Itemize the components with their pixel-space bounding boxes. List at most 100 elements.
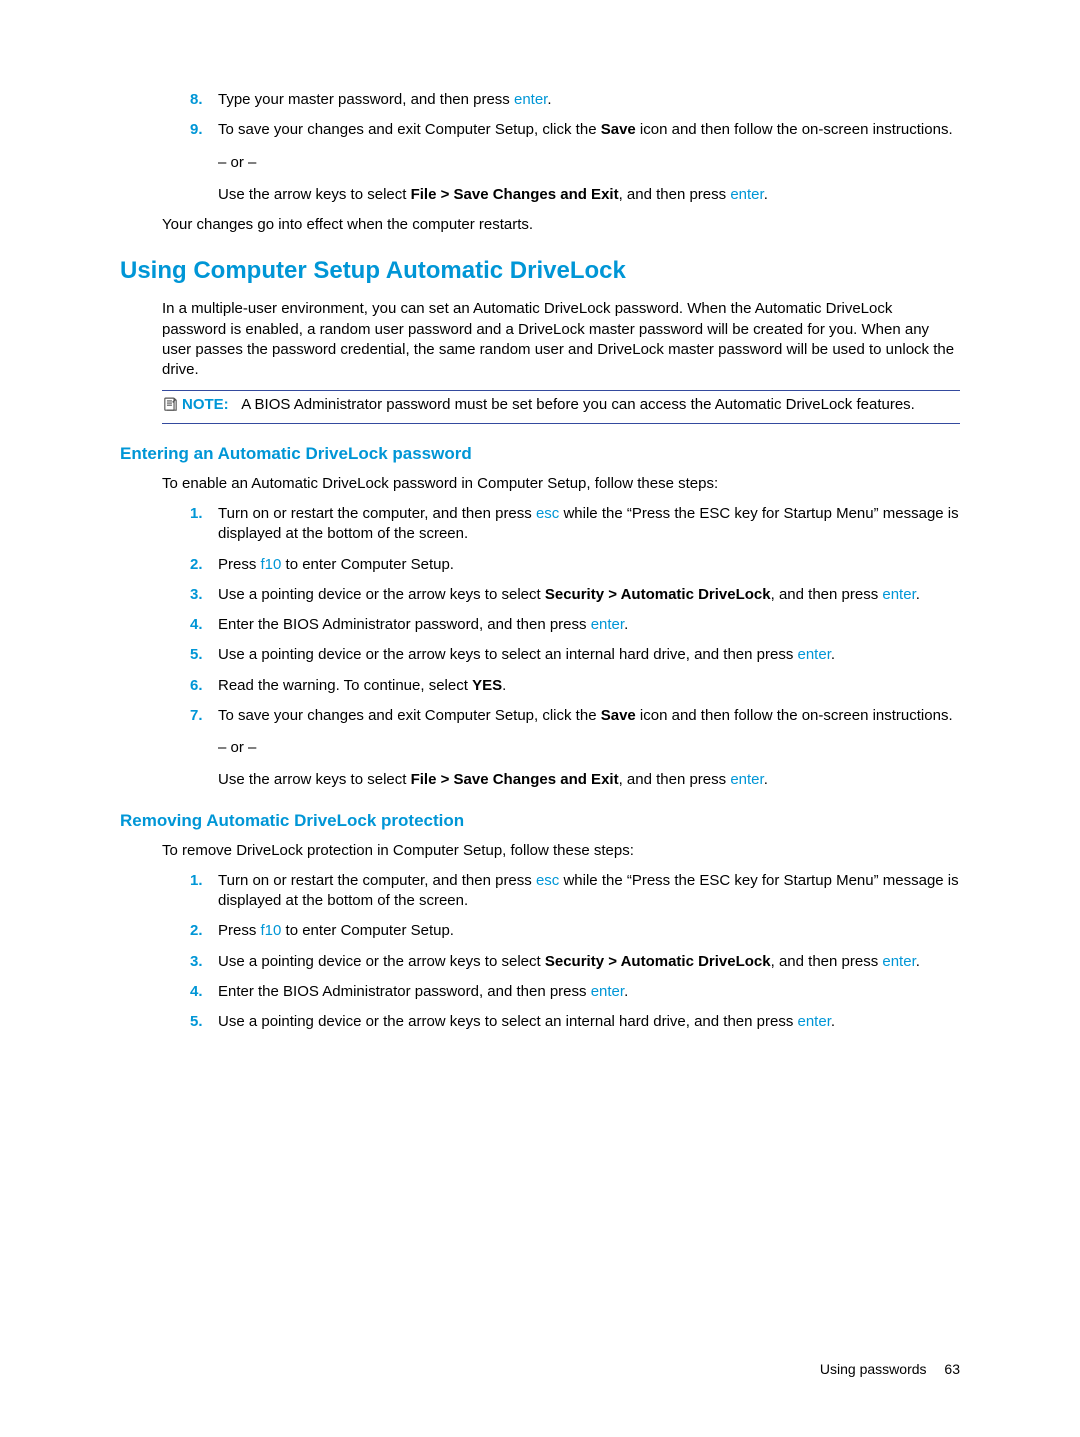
list-item: 2. Press f10 to enter Computer Setup. [190,555,960,575]
list-body: Use a pointing device or the arrow keys … [218,1012,960,1032]
key-f10: f10 [261,922,282,939]
bold-menu-path: Security > Automatic DriveLock [545,953,771,970]
key-enter: enter [730,186,763,203]
key-enter: enter [591,616,624,633]
list-number: 3. [190,952,218,972]
text: To save your changes and exit Computer S… [218,707,601,724]
text: Use a pointing device or the arrow keys … [218,1013,798,1030]
text: icon and then follow the on-screen instr… [636,707,953,724]
list-body: Press f10 to enter Computer Setup. [218,921,960,941]
list-item: 3. Use a pointing device or the arrow ke… [190,585,960,605]
list-number: 1. [190,871,218,912]
list-item-9: 9. To save your changes and exit Compute… [190,120,960,205]
intro-paragraph: In a multiple-user environment, you can … [120,299,960,380]
text: . [764,186,768,203]
text: Press [218,922,261,939]
text: Press [218,556,261,573]
text: Use a pointing device or the arrow keys … [218,953,545,970]
list-body: Use a pointing device or the arrow keys … [218,585,960,605]
list-number: 4. [190,615,218,635]
list-number: 7. [190,706,218,791]
list-body: Turn on or restart the computer, and the… [218,504,960,545]
list-body: Turn on or restart the computer, and the… [218,871,960,912]
bold-menu-path: Security > Automatic DriveLock [545,586,771,603]
text: . [502,677,506,694]
list-item-8: 8. Type your master password, and then p… [190,90,960,110]
list-body: Use a pointing device or the arrow keys … [218,645,960,665]
list-body: Enter the BIOS Administrator password, a… [218,982,960,1002]
list-item: 7. To save your changes and exit Compute… [190,706,960,791]
text: . [764,771,768,788]
list-body: Type your master password, and then pres… [218,90,960,110]
list-item: 5. Use a pointing device or the arrow ke… [190,645,960,665]
list-body: Enter the BIOS Administrator password, a… [218,615,960,635]
list-item: 4. Enter the BIOS Administrator password… [190,982,960,1002]
text: Enter the BIOS Administrator password, a… [218,983,591,1000]
note-box: NOTE: A BIOS Administrator password must… [162,390,960,424]
note-icon [162,396,182,419]
text: . [916,586,920,603]
footer-section: Using passwords [820,1361,927,1377]
heading-entering-password: Entering an Automatic DriveLock password [120,444,960,464]
remove-ordered-list: 1. Turn on or restart the computer, and … [120,871,960,1033]
bold-save: Save [601,707,636,724]
list-body: Use a pointing device or the arrow keys … [218,952,960,972]
list-number: 1. [190,504,218,545]
text: . [916,953,920,970]
heading-removing-protection: Removing Automatic DriveLock protection [120,811,960,831]
note-text: NOTE: A BIOS Administrator password must… [182,395,960,415]
page-number: 63 [944,1361,960,1377]
key-esc: esc [536,505,559,522]
list-body: Press f10 to enter Computer Setup. [218,555,960,575]
text: Turn on or restart the computer, and the… [218,505,536,522]
bold-yes: YES [472,677,502,694]
text: . [831,646,835,663]
note-label: NOTE: [182,396,229,413]
bold-menu-path: File > Save Changes and Exit [411,771,619,788]
list-number: 5. [190,1012,218,1032]
bold-save: Save [601,121,636,138]
key-enter: enter [798,646,831,663]
text: To save your changes and exit Computer S… [218,121,601,138]
alt-instruction: Use the arrow keys to select File > Save… [218,185,960,205]
top-ordered-list: 8. Type your master password, and then p… [120,90,960,205]
key-enter: enter [730,771,763,788]
list-number: 9. [190,120,218,205]
list-number: 6. [190,676,218,696]
list-item: 1. Turn on or restart the computer, and … [190,504,960,545]
list-item: 6. Read the warning. To continue, select… [190,676,960,696]
document-page: 8. Type your master password, and then p… [0,0,1080,1437]
list-number: 8. [190,90,218,110]
list-number: 4. [190,982,218,1002]
text: Read the warning. To continue, select [218,677,472,694]
text: Use the arrow keys to select [218,186,411,203]
list-item: 2. Press f10 to enter Computer Setup. [190,921,960,941]
or-separator: – or – [218,153,960,173]
text: Type your master password, and then pres… [218,91,514,108]
text: to enter Computer Setup. [281,922,454,939]
heading-automatic-drivelock: Using Computer Setup Automatic DriveLock [120,257,960,285]
text: Enter the BIOS Administrator password, a… [218,616,591,633]
list-item: 5. Use a pointing device or the arrow ke… [190,1012,960,1032]
text: , and then press [619,186,731,203]
enter-intro: To enable an Automatic DriveLock passwor… [120,474,960,494]
remove-intro: To remove DriveLock protection in Comput… [120,841,960,861]
text: , and then press [771,586,883,603]
text: to enter Computer Setup. [281,556,454,573]
enter-ordered-list: 1. Turn on or restart the computer, and … [120,504,960,791]
list-body: Read the warning. To continue, select YE… [218,676,960,696]
text: icon and then follow the on-screen instr… [636,121,953,138]
key-esc: esc [536,872,559,889]
key-enter: enter [514,91,547,108]
key-enter: enter [591,983,624,1000]
text: Turn on or restart the computer, and the… [218,872,536,889]
text: , and then press [619,771,731,788]
text: . [831,1013,835,1030]
text: , and then press [771,953,883,970]
key-enter: enter [882,953,915,970]
list-number: 2. [190,921,218,941]
alt-instruction: Use the arrow keys to select File > Save… [218,770,960,790]
list-body: To save your changes and exit Computer S… [218,120,960,205]
list-number: 3. [190,585,218,605]
text: Use a pointing device or the arrow keys … [218,646,798,663]
